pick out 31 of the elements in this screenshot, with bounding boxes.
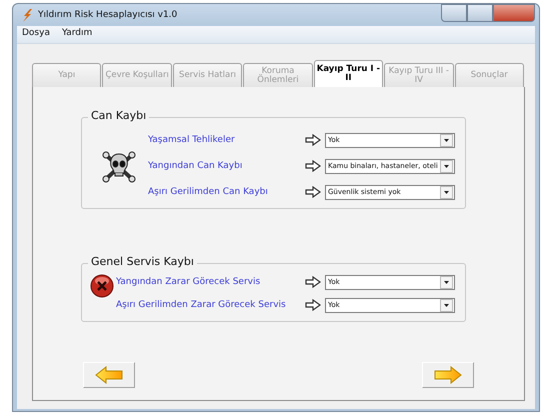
right-arrow-icon	[305, 299, 321, 311]
field-label: Aşırı Gerilimden Can Kaybı	[148, 187, 269, 197]
dropdown-arrow-icon	[444, 138, 449, 142]
close-button[interactable]	[493, 4, 535, 22]
tab[interactable]: Kayıp Turu I - II	[314, 60, 384, 87]
error-icon	[90, 274, 114, 298]
right-arrow-icon	[305, 134, 321, 146]
field-label: Yaşamsal Tehlikeler	[148, 135, 236, 145]
skull-crossbones-icon	[102, 149, 136, 183]
dropdown-arrow-icon	[444, 190, 449, 194]
back-button[interactable]	[83, 362, 135, 388]
left-arrow-icon	[94, 366, 124, 384]
next-button[interactable]	[422, 362, 474, 388]
field-label: Yangından Zarar Görecek Servis	[116, 277, 262, 287]
right-arrow-icon	[305, 276, 321, 288]
right-arrow-icon	[433, 366, 463, 384]
dropdown-arrow-icon	[444, 304, 449, 306]
field-label: Yangından Can Kaybı	[148, 161, 244, 171]
dropdown-arrow-icon	[444, 164, 449, 168]
app-logo-icon	[21, 8, 33, 22]
dropdown-arrow-icon	[444, 280, 449, 284]
right-arrow-icon	[305, 186, 321, 198]
window-title: Yıldırım Risk Hesaplayıcısı v1.0	[38, 10, 178, 20]
right-arrow-icon	[305, 160, 321, 172]
menu-item[interactable]: Yardım	[62, 28, 92, 41]
maximize-button[interactable]	[467, 4, 493, 22]
field-label: Aşırı Gerilimden Zarar Görecek Servis	[116, 300, 287, 310]
group-title: Can Kaybı	[88, 109, 150, 122]
group-title: Genel Servis Kaybı	[88, 255, 197, 268]
menu-item[interactable]: Dosya	[22, 28, 50, 41]
minimize-button[interactable]	[441, 4, 467, 22]
